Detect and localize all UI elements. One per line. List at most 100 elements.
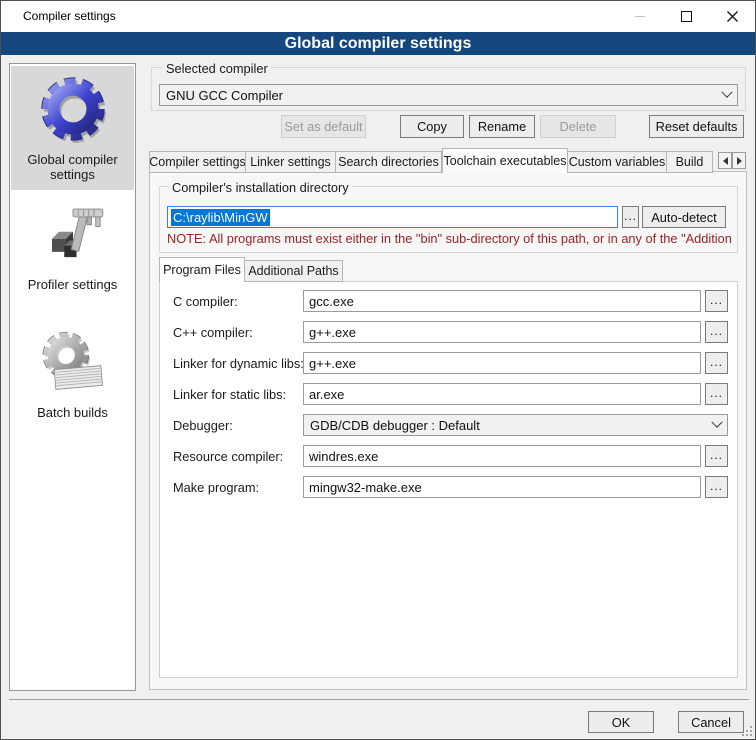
dynamic-linker-label: Linker for dynamic libs: — [173, 356, 304, 371]
close-button[interactable] — [709, 1, 755, 32]
blue-gear-icon — [36, 71, 110, 147]
sidebar-label-line1: Global compiler — [11, 152, 134, 167]
chevron-down-icon — [721, 87, 732, 98]
tab-toolchain-executables[interactable]: Toolchain executables — [442, 148, 568, 173]
selected-compiler-group-label: Selected compiler — [163, 61, 271, 76]
make-program-browse-button[interactable]: ... — [705, 476, 728, 498]
set-as-default-button[interactable]: Set as default — [281, 115, 366, 138]
tab-compiler-settings[interactable]: Compiler settings — [149, 151, 246, 173]
install-dir-browse-button[interactable]: ... — [622, 206, 639, 228]
ellipsis-icon: ... — [710, 479, 723, 493]
copy-button[interactable]: Copy — [400, 115, 464, 138]
settings-tabstrip: Compiler settings Linker settings Search… — [149, 148, 717, 173]
ellipsis-icon: ... — [710, 355, 723, 369]
auto-detect-button[interactable]: Auto-detect — [642, 206, 726, 228]
install-dir-note: NOTE: All programs must exist either in … — [167, 231, 732, 246]
banner-title: Global compiler settings — [285, 35, 472, 53]
dynamic-linker-input[interactable] — [303, 352, 701, 374]
resource-compiler-input[interactable] — [303, 445, 701, 467]
arrow-right-icon — [737, 157, 742, 165]
gear-stack-icon — [37, 328, 109, 400]
compiler-select-value: GNU GCC Compiler — [166, 88, 723, 103]
compiler-select[interactable]: GNU GCC Compiler — [159, 84, 738, 106]
static-linker-label: Linker for static libs: — [173, 387, 286, 402]
tab-label: Search directories — [338, 155, 439, 169]
make-program-label: Make program: — [173, 480, 259, 495]
tab-label: Build — [676, 155, 704, 169]
titlebar: Compiler settings — [1, 1, 755, 32]
maximize-icon — [681, 11, 692, 22]
cpp-compiler-input[interactable] — [303, 321, 701, 343]
debugger-label: Debugger: — [173, 418, 233, 433]
install-dir-input[interactable]: C:\raylib\MinGW — [167, 206, 618, 228]
c-compiler-input[interactable] — [303, 290, 701, 312]
sidebar-label: Profiler settings — [11, 277, 134, 292]
ellipsis-icon: ... — [624, 209, 637, 223]
reset-defaults-button[interactable]: Reset defaults — [649, 115, 744, 138]
banner: Global compiler settings — [1, 32, 755, 55]
tab-build-options[interactable]: Build — [667, 151, 713, 173]
chevron-down-icon — [711, 417, 722, 428]
cpp-compiler-browse-button[interactable]: ... — [705, 321, 728, 343]
ok-label: OK — [612, 715, 631, 730]
rename-button[interactable]: Rename — [469, 115, 535, 138]
close-icon — [727, 11, 738, 22]
maximize-button[interactable] — [663, 1, 709, 32]
sidebar-item-global-compiler-settings[interactable]: Global compiler settings — [11, 66, 134, 190]
ellipsis-icon: ... — [710, 386, 723, 400]
cancel-label: Cancel — [691, 715, 731, 730]
ellipsis-icon: ... — [710, 293, 723, 307]
copy-label: Copy — [417, 119, 447, 134]
make-program-input[interactable] — [303, 476, 701, 498]
minimize-icon — [635, 16, 645, 17]
sidebar: Global compiler settings Profiler settin… — [9, 63, 136, 691]
arrow-left-icon — [723, 157, 728, 165]
install-dir-group-label: Compiler's installation directory — [169, 180, 352, 195]
dynamic-linker-browse-button[interactable]: ... — [705, 352, 728, 374]
tab-scroll-left-button[interactable] — [718, 152, 732, 169]
sidebar-label-line2: settings — [11, 167, 134, 182]
resource-compiler-browse-button[interactable]: ... — [705, 445, 728, 467]
tab-label: Linker settings — [250, 155, 331, 169]
cancel-button[interactable]: Cancel — [678, 711, 744, 733]
tab-label: Compiler settings — [149, 155, 246, 169]
sidebar-item-profiler-settings[interactable]: Profiler settings — [11, 198, 134, 298]
ellipsis-icon: ... — [710, 448, 723, 462]
debugger-select-value: GDB/CDB debugger : Default — [310, 418, 713, 433]
auto-detect-label: Auto-detect — [651, 210, 716, 225]
footer-divider — [9, 699, 749, 700]
tab-custom-variables[interactable]: Custom variables — [568, 151, 667, 173]
static-linker-input[interactable] — [303, 383, 701, 405]
sidebar-label: Batch builds — [11, 405, 134, 420]
subtab-additional-paths[interactable]: Additional Paths — [245, 260, 343, 282]
install-dir-selected-text: C:\raylib\MinGW — [171, 209, 270, 226]
debugger-select[interactable]: GDB/CDB debugger : Default — [303, 414, 728, 436]
program-files-tabstrip: Program Files Additional Paths — [159, 257, 343, 282]
subtab-label: Program Files — [163, 263, 241, 277]
ok-button[interactable]: OK — [588, 711, 654, 733]
delete-button[interactable]: Delete — [540, 115, 616, 138]
reset-defaults-label: Reset defaults — [656, 119, 738, 134]
minimize-button[interactable] — [617, 1, 663, 32]
tab-linker-settings[interactable]: Linker settings — [246, 151, 336, 173]
cpp-compiler-label: C++ compiler: — [173, 325, 253, 340]
static-linker-browse-button[interactable]: ... — [705, 383, 728, 405]
tab-search-directories[interactable]: Search directories — [336, 151, 442, 173]
set-as-default-label: Set as default — [284, 119, 362, 134]
resource-compiler-label: Resource compiler: — [173, 449, 283, 464]
tab-label: Custom variables — [569, 155, 666, 169]
subtab-program-files[interactable]: Program Files — [159, 257, 245, 282]
tab-scroll-right-button[interactable] — [732, 152, 746, 169]
window-title: Compiler settings — [23, 9, 116, 23]
subtab-label: Additional Paths — [248, 264, 338, 278]
delete-label: Delete — [560, 119, 597, 134]
resize-grip[interactable] — [741, 725, 753, 737]
sidebar-item-batch-builds[interactable]: Batch builds — [11, 324, 134, 426]
caliper-icon — [37, 202, 109, 272]
c-compiler-browse-button[interactable]: ... — [705, 290, 728, 312]
rename-label: Rename — [478, 119, 526, 134]
tab-label: Toolchain executables — [444, 154, 567, 168]
compiler-settings-dialog: Compiler settings Global compiler settin… — [0, 0, 756, 740]
c-compiler-label: C compiler: — [173, 294, 238, 309]
ellipsis-icon: ... — [710, 324, 723, 338]
